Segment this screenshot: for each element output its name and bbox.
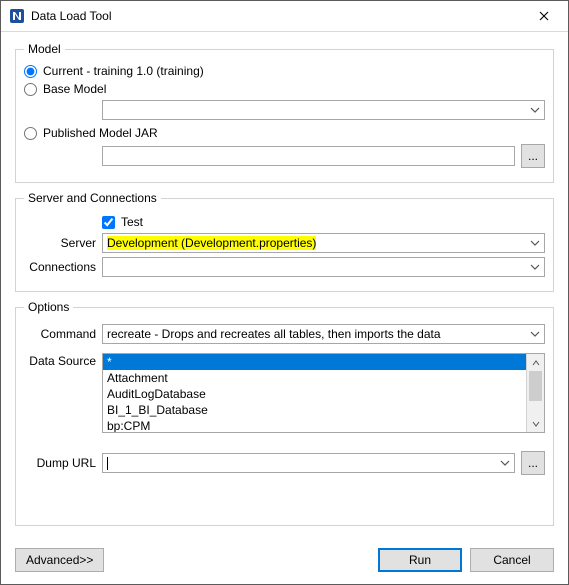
- command-label: Command: [24, 327, 102, 341]
- server-connections-legend: Server and Connections: [24, 191, 161, 205]
- server-connections-group: Server and Connections Test Server Devel…: [15, 191, 554, 292]
- model-legend: Model: [24, 42, 65, 56]
- radio-published-jar[interactable]: [24, 127, 37, 140]
- model-group: Model Current - training 1.0 (training) …: [15, 42, 554, 183]
- close-icon: [539, 11, 549, 21]
- chevron-down-icon: [529, 261, 541, 273]
- scroll-thumb[interactable]: [529, 371, 542, 401]
- test-checkbox-label: Test: [121, 215, 143, 229]
- command-value: recreate - Drops and recreates all table…: [107, 327, 441, 341]
- run-button[interactable]: Run: [378, 548, 462, 572]
- dialog-window: Data Load Tool Model Current - training …: [0, 0, 569, 585]
- dumpurl-combo[interactable]: [102, 453, 515, 473]
- dialog-body: Model Current - training 1.0 (training) …: [1, 32, 568, 542]
- list-item[interactable]: BI_1_BI_Database: [103, 402, 526, 418]
- published-jar-input[interactable]: [102, 146, 515, 166]
- text-caret: [107, 457, 108, 470]
- datasource-listbox[interactable]: * Attachment AuditLogDatabase BI_1_BI_Da…: [102, 353, 545, 433]
- datasource-label: Data Source: [24, 352, 102, 368]
- server-label: Server: [24, 236, 102, 250]
- connections-label: Connections: [24, 260, 102, 274]
- chevron-down-icon: [529, 104, 541, 116]
- datasource-items: * Attachment AuditLogDatabase BI_1_BI_Da…: [103, 354, 526, 432]
- scroll-down-button[interactable]: [527, 415, 544, 432]
- scroll-up-button[interactable]: [527, 354, 544, 371]
- ellipsis-icon: ...: [528, 456, 538, 470]
- list-item[interactable]: *: [103, 354, 526, 370]
- base-model-combo[interactable]: [102, 100, 545, 120]
- command-combo[interactable]: recreate - Drops and recreates all table…: [102, 324, 545, 344]
- radio-current-model[interactable]: [24, 65, 37, 78]
- browse-dumpurl-button[interactable]: ...: [521, 451, 545, 475]
- server-value: Development (Development.properties): [107, 236, 316, 250]
- advanced-button[interactable]: Advanced>>: [15, 548, 104, 572]
- chevron-down-icon: [499, 457, 511, 469]
- connections-combo[interactable]: [102, 257, 545, 277]
- radio-base-model-label: Base Model: [43, 82, 106, 96]
- scrollbar[interactable]: [526, 354, 544, 432]
- options-group: Options Command recreate - Drops and rec…: [15, 300, 554, 526]
- cancel-button[interactable]: Cancel: [470, 548, 554, 572]
- radio-base-model[interactable]: [24, 83, 37, 96]
- list-item[interactable]: Attachment: [103, 370, 526, 386]
- window-title: Data Load Tool: [31, 9, 524, 23]
- list-item[interactable]: AuditLogDatabase: [103, 386, 526, 402]
- list-item[interactable]: bp:CPM: [103, 418, 526, 432]
- server-combo[interactable]: Development (Development.properties): [102, 233, 545, 253]
- ellipsis-icon: ...: [528, 149, 538, 163]
- title-bar: Data Load Tool: [1, 1, 568, 32]
- options-legend: Options: [24, 300, 73, 314]
- close-button[interactable]: [524, 2, 564, 30]
- dialog-footer: Advanced>> Run Cancel: [1, 542, 568, 584]
- chevron-down-icon: [529, 237, 541, 249]
- chevron-down-icon: [529, 328, 541, 340]
- radio-current-model-label: Current - training 1.0 (training): [43, 64, 204, 78]
- test-checkbox[interactable]: [102, 216, 115, 229]
- scroll-track[interactable]: [527, 371, 544, 415]
- dumpurl-label: Dump URL: [24, 456, 102, 470]
- browse-jar-button[interactable]: ...: [521, 144, 545, 168]
- radio-published-jar-label: Published Model JAR: [43, 126, 158, 140]
- app-icon: [9, 8, 25, 24]
